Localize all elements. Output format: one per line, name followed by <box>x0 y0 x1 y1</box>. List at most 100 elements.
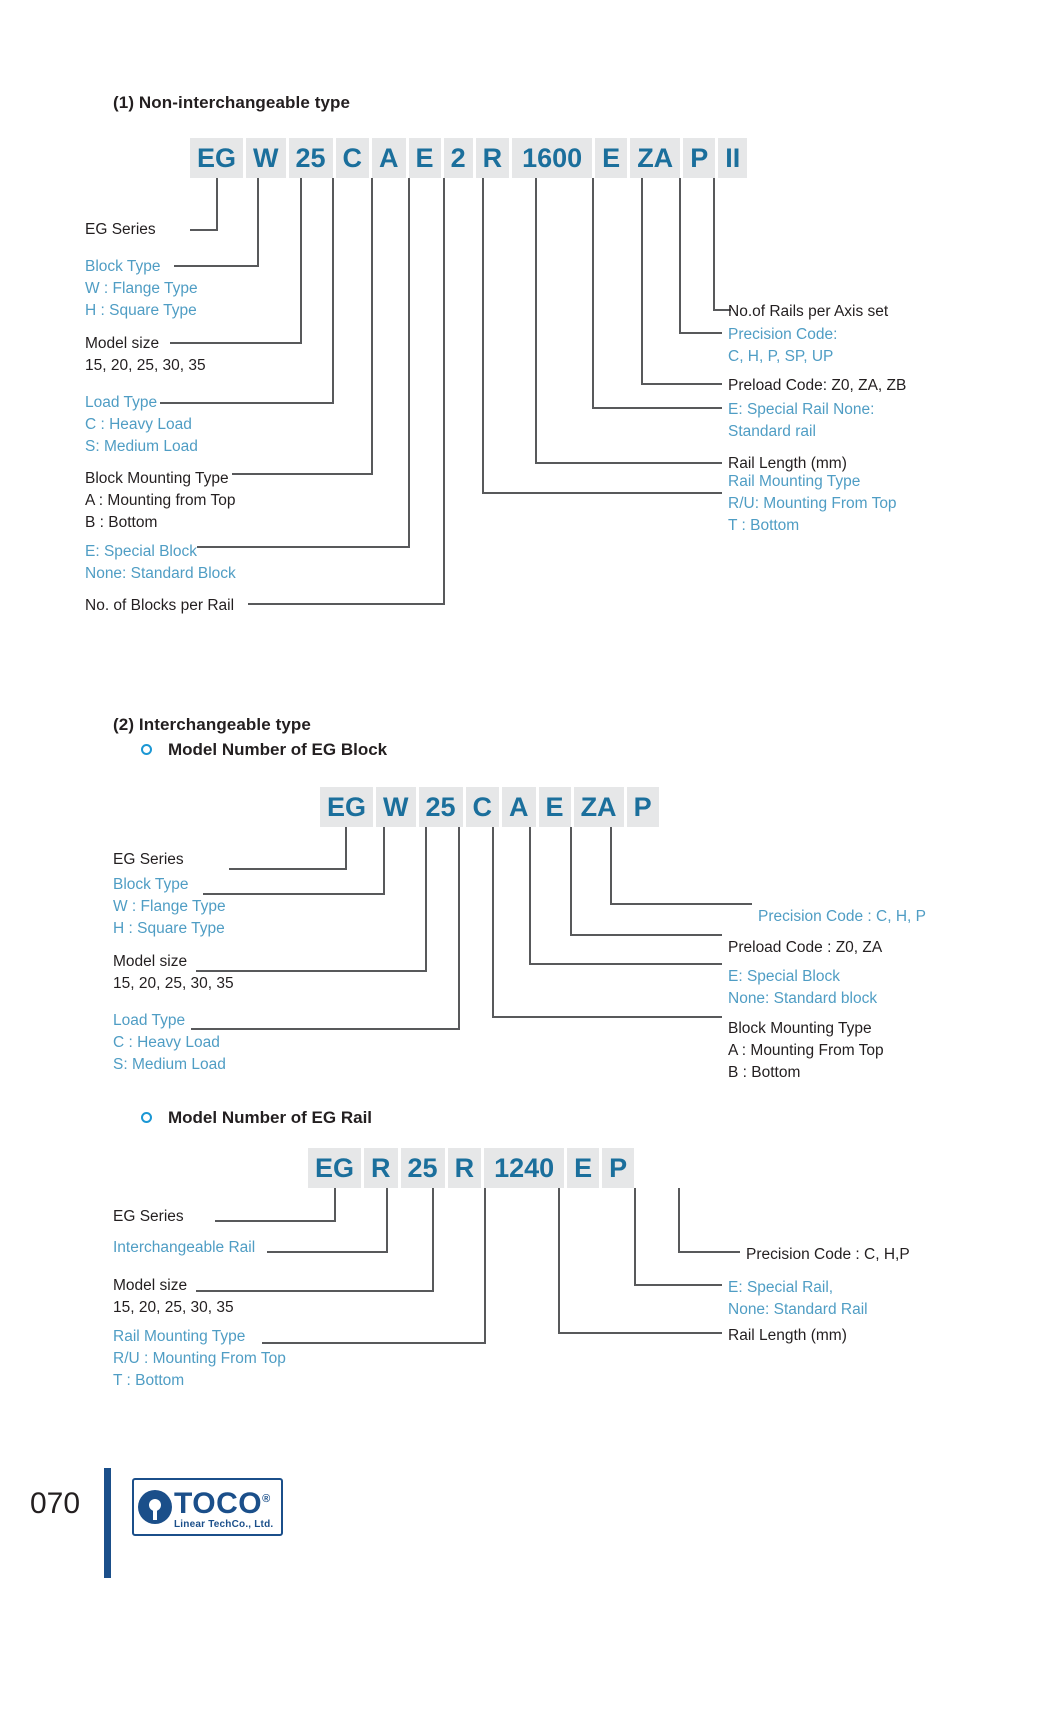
rail-leader-eg-series <box>334 1188 336 1221</box>
rail-leader-model-size <box>432 1188 434 1291</box>
page-number: 070 <box>30 1487 81 1520</box>
code-cell-load-type: C <box>335 138 370 178</box>
code-cell-rail-length: 1600 <box>512 138 593 178</box>
rail-label-mounting-t: T : Bottom <box>113 1372 185 1389</box>
rail-leader-length <box>558 1188 560 1333</box>
footer-divider <box>104 1468 111 1578</box>
block-leader-mounting <box>492 827 494 1017</box>
rail-leader-special-h <box>634 1284 722 1286</box>
ring-icon <box>141 744 152 755</box>
section2-rail-subheading: Model Number of EG Rail <box>168 1108 373 1127</box>
rail-label-mounting-type: Rail Mounting Type <box>113 1328 246 1345</box>
section2-heading: (2) Interchangeable type <box>113 715 311 734</box>
label-special-rail: E: Special Rail None: <box>728 401 875 418</box>
label-block-mounting-type: Block Mounting Type <box>85 470 229 487</box>
code-cell-rail-mounting: R <box>475 138 510 178</box>
block-label-special-block: E: Special Block <box>728 968 840 985</box>
label-preload-code: Preload Code: Z0, ZA, ZB <box>728 377 907 394</box>
code-cell-eg: EG <box>190 138 244 178</box>
block-leader-load-type <box>458 827 460 1029</box>
block-leader-eg-series-h <box>229 868 347 870</box>
leader-line-preload-h <box>641 383 722 385</box>
block-code-cell-precision: P <box>626 787 659 827</box>
label-model-size-values: 15, 20, 25, 30, 35 <box>85 357 206 374</box>
toco-wordmark: TOCO® <box>174 1487 271 1520</box>
block-leader-block-type-h <box>203 893 385 895</box>
block-label-load-type-s: S: Medium Load <box>113 1056 226 1073</box>
block-leader-precision-h <box>610 903 752 905</box>
block-code-cell-mounting: A <box>502 787 536 827</box>
rail-label-standard-rail: None: Standard Rail <box>728 1301 868 1318</box>
ring-icon <box>141 1112 152 1123</box>
label-standard-block: None: Standard Block <box>85 565 236 582</box>
registered-icon: ® <box>262 1493 271 1505</box>
code-cell-rails-per-axis: II <box>718 138 748 178</box>
block-label-standard-block: None: Standard block <box>728 990 878 1007</box>
block-leader-block-type <box>383 827 385 894</box>
rail-code-cell-length: 1240 <box>484 1148 565 1188</box>
rail-label-special-rail: E: Special Rail, <box>728 1279 834 1296</box>
rail-code-cell-eg: EG <box>308 1148 362 1188</box>
block-leader-eg-series <box>345 827 347 869</box>
block-label-precision-code: Precision Code : C, H, P <box>758 908 926 925</box>
leader-line-rail-length-h <box>535 462 722 464</box>
code-cell-block-mounting: A <box>372 138 406 178</box>
leader-line-blocks-per-rail-h <box>248 603 445 605</box>
toco-mark-icon <box>138 1490 172 1524</box>
section2-block-subheading: Model Number of EG Block <box>168 740 388 759</box>
code-cell-special-block: E <box>408 138 441 178</box>
leader-line-load-type-h <box>160 402 334 404</box>
rail-code-cell-special: E <box>567 1148 600 1188</box>
label-rail-mounting-ru: R/U: Mounting From Top <box>728 495 897 512</box>
block-code-cell-block-type: W <box>376 787 416 827</box>
rail-leader-special <box>634 1188 636 1285</box>
leader-line-block-type <box>257 178 259 266</box>
label-rail-mounting-t: T : Bottom <box>728 517 800 534</box>
bullet-eg-rail <box>141 1110 152 1128</box>
block-leader-model-size <box>425 827 427 971</box>
block-leader-preload-h <box>570 934 722 936</box>
block-leader-preload <box>570 827 572 935</box>
label-blocks-per-rail: No. of Blocks per Rail <box>85 597 235 614</box>
rail-leader-precision <box>678 1188 680 1252</box>
rail-code-cell-mounting: R <box>447 1148 482 1188</box>
leader-line-blocks-per-rail <box>443 178 445 604</box>
label-load-type: Load Type <box>85 394 158 411</box>
leader-line-rail-mounting-h <box>482 492 722 494</box>
block-code-cell-load-type: C <box>465 787 500 827</box>
label-precision-code-values: C, H, P, SP, UP <box>728 348 834 365</box>
block-label-block-type-h: H : Square Type <box>113 920 225 937</box>
section2-block-code-row: EG W 25 C A E ZA P <box>320 787 659 827</box>
block-code-cell-special: E <box>538 787 571 827</box>
section1-heading: (1) Non-interchangeable type <box>113 93 351 112</box>
rail-leader-interchangeable <box>386 1188 388 1252</box>
label-precision-code: Precision Code: <box>728 326 838 343</box>
block-label-load-type: Load Type <box>113 1012 186 1029</box>
leader-line-block-mounting-h <box>232 473 373 475</box>
rail-label-mounting-ru: R/U : Mounting From Top <box>113 1350 286 1367</box>
leader-line-special-rail <box>592 178 594 408</box>
block-leader-precision <box>610 827 612 904</box>
rail-leader-interchangeable-h <box>267 1251 388 1253</box>
leader-line-block-type-h <box>174 265 259 267</box>
rail-label-rail-length: Rail Length (mm) <box>728 1327 847 1344</box>
leader-line-block-mounting <box>371 178 373 474</box>
rail-leader-mounting <box>484 1188 486 1343</box>
leader-line-precision-h <box>679 332 722 334</box>
rail-leader-mounting-h <box>262 1342 486 1344</box>
rail-leader-model-size-h <box>196 1290 434 1292</box>
rail-leader-eg-series-h <box>215 1220 336 1222</box>
rail-label-precision-code: Precision Code : C, H,P <box>746 1246 910 1263</box>
leader-line-special-block-h <box>197 546 410 548</box>
block-leader-model-size-h <box>196 970 427 972</box>
label-rails-per-axis-set: No.of Rails per Axis set <box>728 303 889 320</box>
block-label-eg-series: EG Series <box>113 851 184 868</box>
block-label-mounting-type: Block Mounting Type <box>728 1020 872 1037</box>
block-label-load-type-c: C : Heavy Load <box>113 1034 220 1051</box>
block-label-block-type-w: W : Flange Type <box>113 898 226 915</box>
code-cell-blocks-per-rail: 2 <box>443 138 473 178</box>
section2-rail-code-row: EG R 25 R 1240 E P <box>308 1148 635 1188</box>
leader-line-eg-series-h <box>190 229 218 231</box>
label-block-type: Block Type <box>85 258 161 275</box>
rail-leader-length-h <box>558 1332 722 1334</box>
